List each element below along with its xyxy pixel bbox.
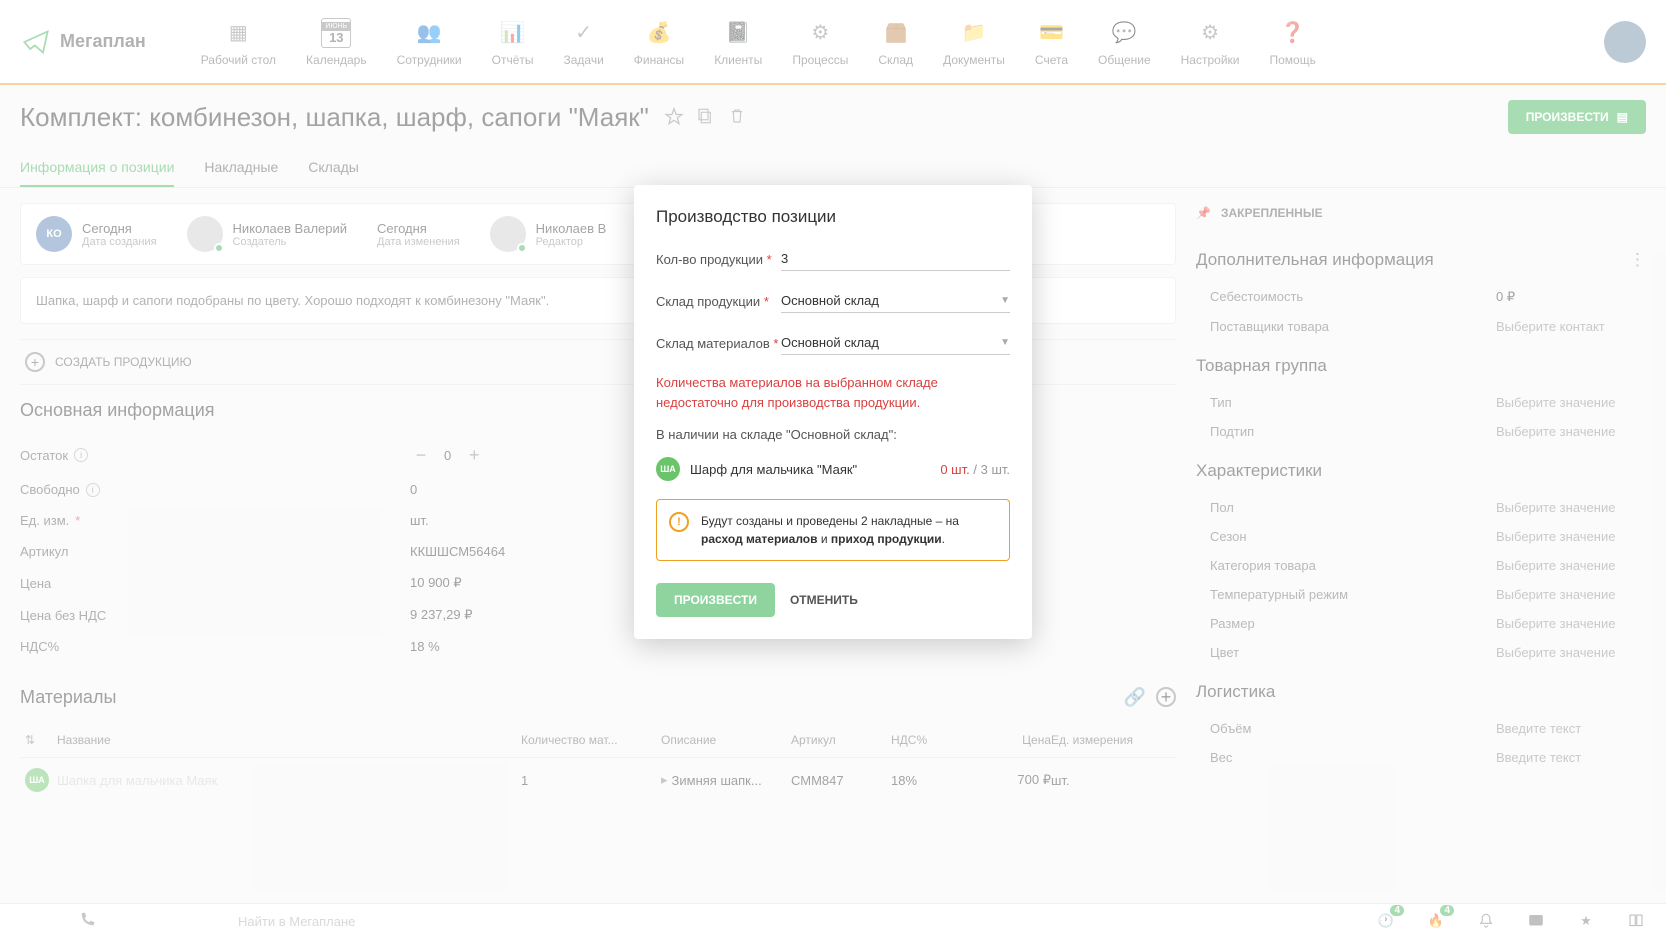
- availability-label: В наличии на складе "Основной склад":: [656, 427, 1010, 442]
- modal-title: Производство позиции: [656, 207, 1010, 227]
- info-icon: !: [669, 512, 689, 532]
- modal-produce-button[interactable]: ПРОИЗВЕСТИ: [656, 583, 775, 617]
- prod-store-label: Склад продукции *: [656, 294, 781, 309]
- modal-actions: ПРОИЗВЕСТИ ОТМЕНИТЬ: [656, 583, 1010, 617]
- mat-store-row: Склад материалов * Основной склад▼: [656, 331, 1010, 355]
- production-modal: Производство позиции Кол-во продукции * …: [634, 185, 1032, 639]
- note-box: ! Будут созданы и проведены 2 накладные …: [656, 499, 1010, 561]
- availability-item: ШАШарф для мальчика "Маяк"0 шт. / 3 шт.: [656, 457, 1010, 481]
- modal-overlay: Производство позиции Кол-во продукции * …: [0, 0, 1666, 938]
- prod-store-row: Склад продукции * Основной склад▼: [656, 289, 1010, 313]
- chevron-down-icon: ▼: [1000, 295, 1010, 306]
- qty-input[interactable]: 3: [781, 247, 1010, 271]
- mat-store-label: Склад материалов *: [656, 336, 781, 351]
- prod-store-select[interactable]: Основной склад▼: [781, 289, 1010, 313]
- note-text: Будут созданы и проведены 2 накладные – …: [701, 512, 997, 548]
- item-avatar: ША: [656, 457, 680, 481]
- error-message: Количества материалов на выбранном склад…: [656, 373, 1010, 412]
- qty-row: Кол-во продукции * 3: [656, 247, 1010, 271]
- modal-cancel-button[interactable]: ОТМЕНИТЬ: [790, 593, 858, 607]
- mat-store-select[interactable]: Основной склад▼: [781, 331, 1010, 355]
- chevron-down-icon: ▼: [1000, 337, 1010, 348]
- qty-label: Кол-во продукции *: [656, 252, 781, 267]
